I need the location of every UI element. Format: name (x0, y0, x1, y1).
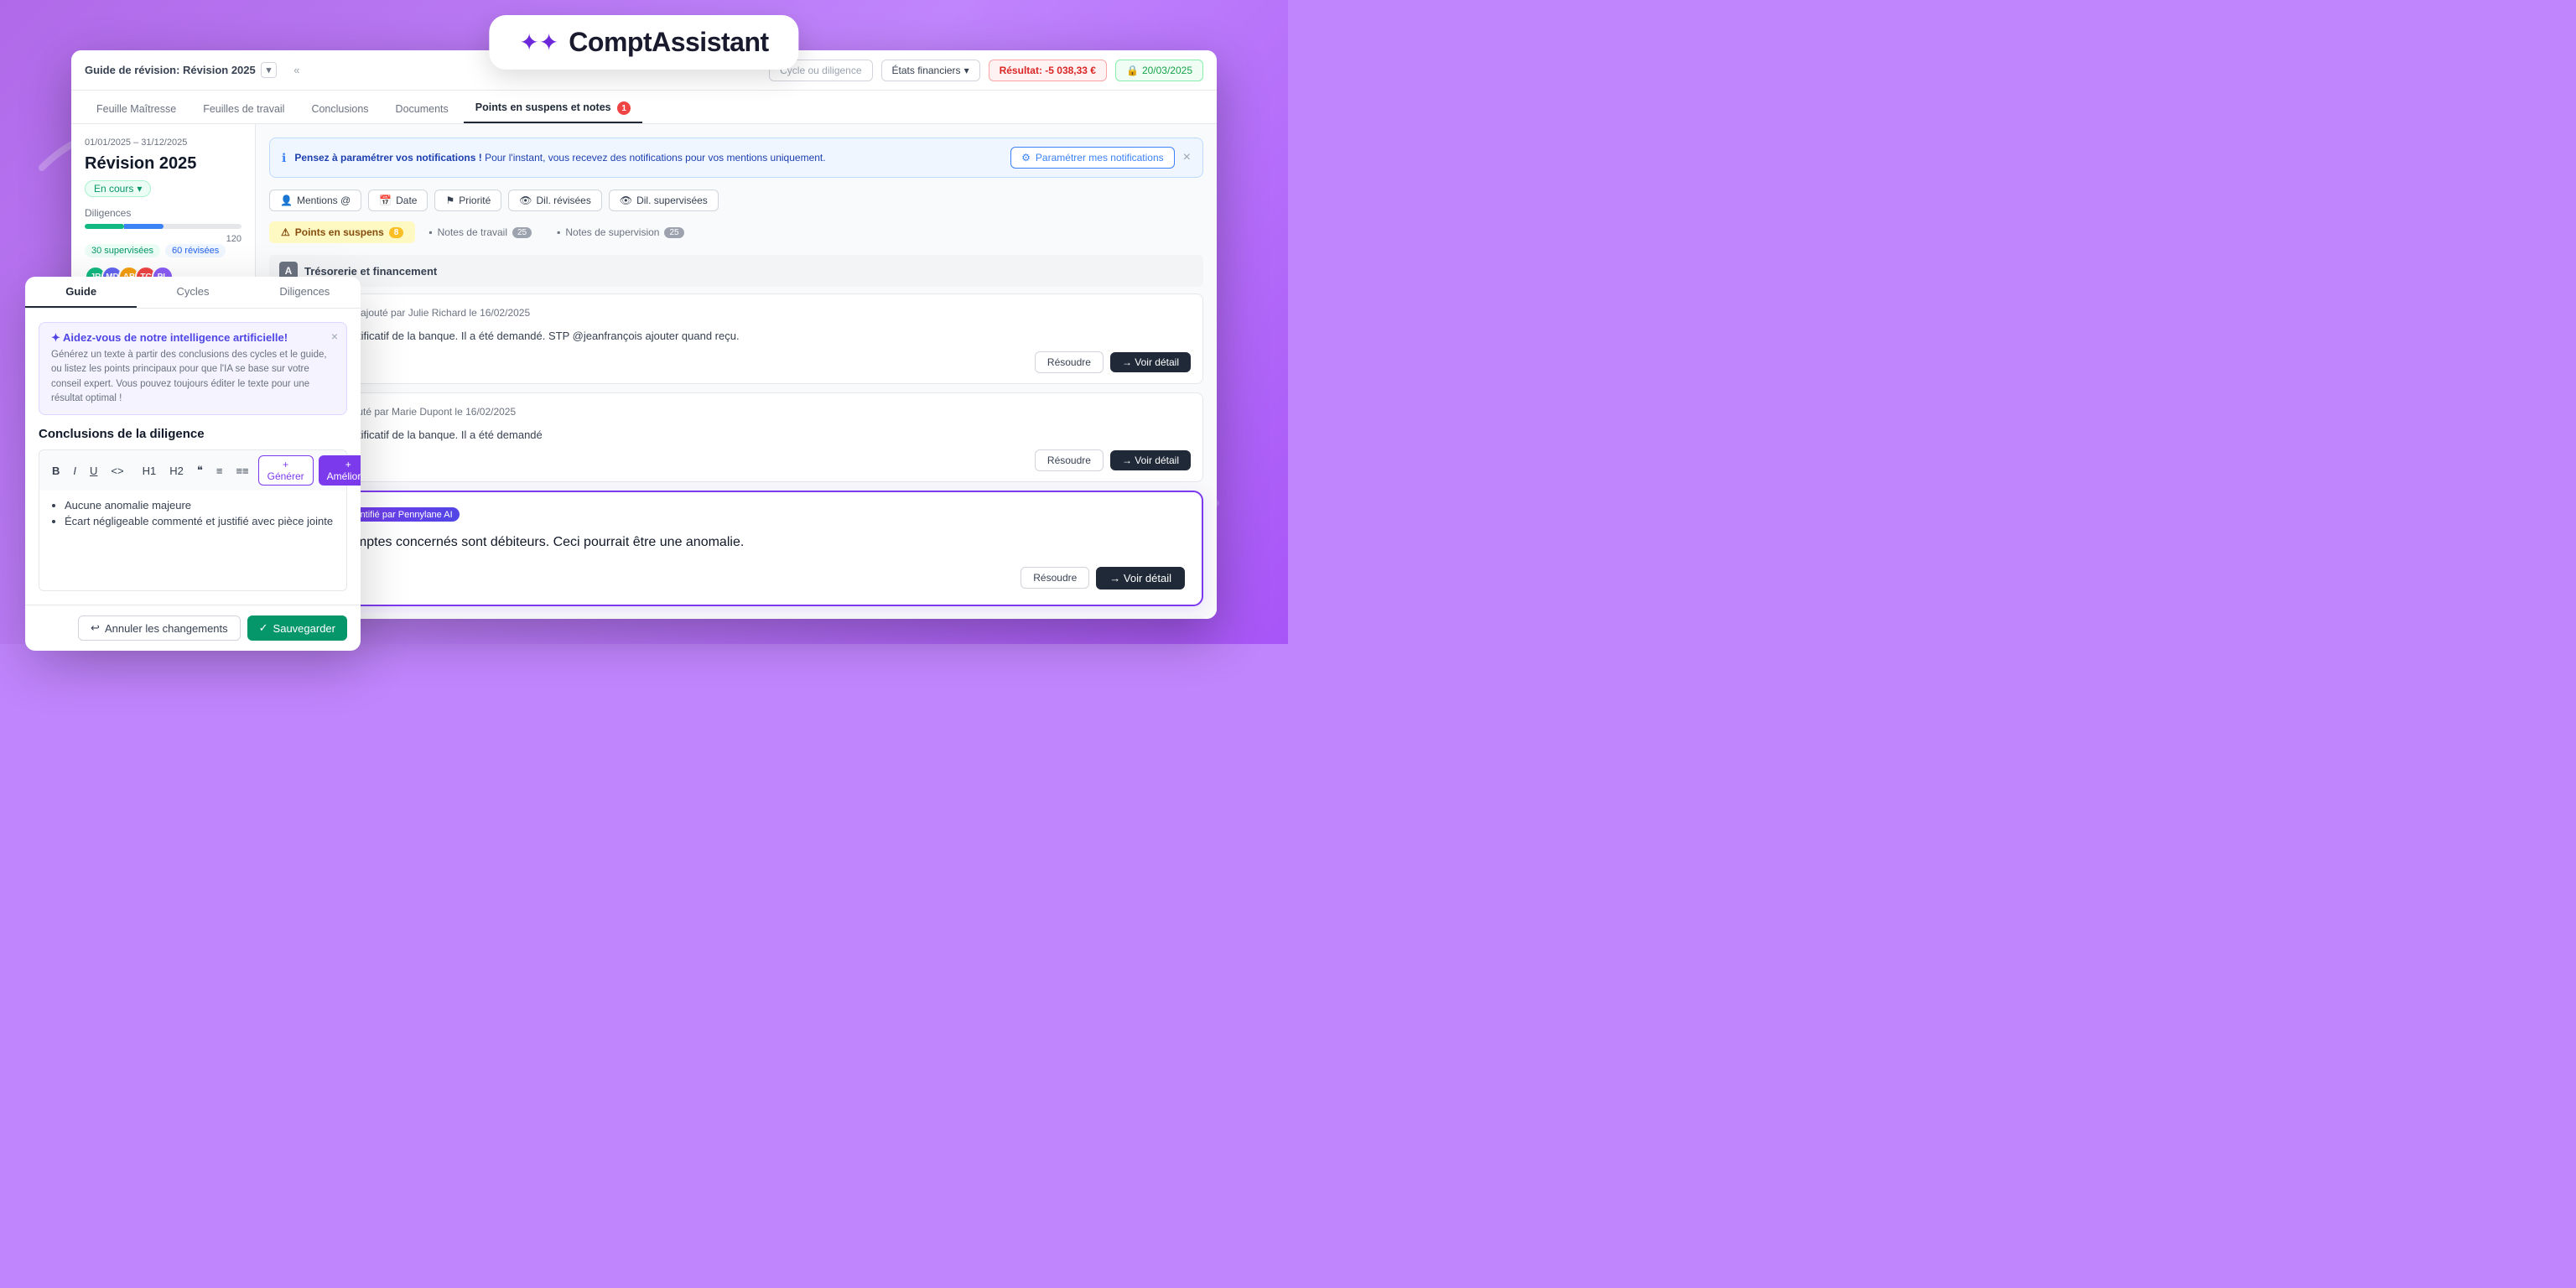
sub-tab-notes-supervision[interactable]: ▪ Notes de supervision 25 (545, 221, 695, 243)
revision-title: Révision 2025 (85, 154, 242, 174)
ai-promo-title: ✦ Aidez-vous de notre intelligence artif… (51, 331, 335, 345)
issue-a1-body: Il manque le justificatif de la banque. … (282, 328, 1191, 345)
date-badge: 🔒 20/03/2025 (1115, 60, 1203, 81)
editor-area[interactable]: Aucune anomalie majeure Écart négligeabl… (39, 491, 347, 591)
editor-h2-btn[interactable]: H2 (165, 463, 188, 479)
tab-conclusions[interactable]: Conclusions (299, 96, 380, 123)
issue-card-a3: A.3 ⚠ ✦ Identifié par Pennylane AI Certa… (269, 491, 1203, 606)
issue-a3-resolve-btn[interactable]: Résoudre (1021, 567, 1089, 589)
issue-a2-body: Il manque le justificatif de la banque. … (282, 427, 1191, 444)
points-suspens-badge: 1 (617, 101, 631, 115)
panel-tab-diligences[interactable]: Diligences (249, 277, 361, 308)
issue-a2-detail-btn[interactable]: → Voir détail (1110, 450, 1191, 470)
collapse-btn[interactable]: « (293, 64, 299, 76)
notif-icon: ℹ (282, 151, 286, 165)
generer-btn[interactable]: + Générer (258, 455, 314, 486)
date-range: 01/01/2025 – 31/12/2025 (85, 138, 242, 148)
issue-card-a2: A.2 ⚠ MD ajouté par Marie Dupont le 16/0… (269, 392, 1203, 483)
issue-a3-detail-btn[interactable]: → Voir détail (1096, 567, 1185, 589)
logo-icon: ✦✦ (519, 29, 558, 56)
progress-bar (85, 224, 242, 229)
tab-feuille-maitresse[interactable]: Feuille Maîtresse (85, 96, 188, 123)
tab-feuilles-travail[interactable]: Feuilles de travail (191, 96, 296, 123)
issue-a3-header: A.3 ⚠ ✦ Identifié par Pennylane AI (288, 507, 1185, 522)
editor-list-btn[interactable]: ≡ (212, 463, 227, 479)
badge-revised: 60 révisées (165, 244, 226, 257)
panel-tab-cycles[interactable]: Cycles (137, 277, 248, 308)
notification-banner: ℹ Pensez à paramétrer vos notifications … (269, 138, 1203, 178)
editor-ordered-list-btn[interactable]: ≡≡ (231, 463, 252, 479)
filter-mentions-btn[interactable]: 👤 Mentions @ (269, 190, 361, 211)
tab-documents[interactable]: Documents (384, 96, 460, 123)
issue-a1-detail-btn[interactable]: → Voir détail (1110, 352, 1191, 372)
panel-body: ✦ Aidez-vous de notre intelligence artif… (25, 309, 361, 605)
section-header-a: A Trésorerie et financement (269, 255, 1203, 287)
editor-toolbar: B I U <> H1 H2 ❝ ≡ ≡≡ + Générer + Amélio… (39, 449, 347, 491)
sub-tab-notes-travail[interactable]: ▪ Notes de travail 25 (417, 221, 543, 243)
resultat-badge: Résultat: -5 038,33 € (989, 60, 1107, 81)
logo-banner: ✦✦ ComptAssistant (489, 15, 798, 70)
notif-close-btn[interactable]: × (1183, 151, 1191, 164)
notes-travail-count: 25 (512, 227, 532, 238)
filter-priorite-btn[interactable]: ⚑ Priorité (434, 190, 501, 211)
panel-tabs: Guide Cycles Diligences (25, 277, 361, 309)
editor-h1-btn[interactable]: H1 (138, 463, 161, 479)
editor-bold-btn[interactable]: B (48, 463, 64, 479)
ai-promo-close-btn[interactable]: × (331, 330, 338, 343)
ai-promo-text: Générez un texte à partir des conclusion… (51, 348, 335, 406)
sub-tabs: ⚠ Points en suspens 8 ▪ Notes de travail… (269, 221, 1203, 243)
notes-supervision-count: 25 (664, 227, 683, 238)
annuler-btn[interactable]: ↩ Annuler les changements (78, 615, 241, 641)
diligences-label: Diligences (85, 207, 242, 219)
guide-label-text: Guide de révision: Révision 2025 (85, 64, 256, 76)
panel-footer: ↩ Annuler les changements ✓ Sauvegarder (25, 605, 361, 651)
issue-a2-header: A.2 ⚠ MD ajouté par Marie Dupont le 16/0… (282, 403, 1191, 420)
progress-count: 120 (85, 234, 242, 244)
status-badge[interactable]: En cours ▾ (85, 180, 151, 197)
tab-points-suspens[interactable]: Points en suspens et notes 1 (464, 95, 642, 124)
notif-text: Pensez à paramétrer vos notifications ! … (294, 152, 1002, 164)
editor-item-2: Écart négligeable commenté et justifié a… (65, 515, 336, 527)
filter-dil-revisees-btn[interactable]: 👁 Dil. révisées (508, 190, 602, 211)
points-suspens-count: 8 (389, 227, 404, 238)
editor-underline-btn[interactable]: U (86, 463, 101, 479)
editor-quote-btn[interactable]: ❝ (193, 462, 207, 479)
issue-a1-resolve-btn[interactable]: Résoudre (1035, 351, 1104, 373)
issue-a3-actions: Résoudre → Voir détail (288, 567, 1185, 589)
etats-financiers-btn[interactable]: États financiers ▾ (881, 60, 980, 81)
panel-tab-guide[interactable]: Guide (25, 277, 137, 308)
editor-actions: + Générer + Améliorer (258, 455, 361, 486)
ameliorer-btn[interactable]: + Améliorer (319, 455, 361, 486)
main-content: ℹ Pensez à paramétrer vos notifications … (256, 124, 1217, 619)
guide-label: Guide de révision: Révision 2025 ▾ (85, 62, 277, 78)
filter-toolbar: 👤 Mentions @ 📅 Date ⚑ Priorité 👁 Dil. ré… (269, 190, 1203, 211)
sauvegarder-btn[interactable]: ✓ Sauvegarder (247, 615, 347, 641)
section-header-b: B Immobilisations (269, 615, 1203, 619)
logo-text: ComptAssistant (569, 27, 768, 58)
top-bar-right: Cycle ou diligence États financiers ▾ Ré… (769, 60, 1203, 81)
issue-a3-body: Certains comptes concernés sont débiteur… (288, 532, 1185, 553)
editor-code-btn[interactable]: <> (106, 463, 127, 479)
progress-badges: 30 supervisées 60 révisées (85, 244, 242, 257)
issue-a2-actions: Résoudre → Voir détail (282, 449, 1191, 471)
filter-dil-supervisees-btn[interactable]: 👁 Dil. supervisées (609, 190, 719, 211)
nav-tabs: Feuille Maîtresse Feuilles de travail Co… (71, 91, 1217, 124)
sub-tab-points-suspens[interactable]: ⚠ Points en suspens 8 (269, 221, 415, 243)
filter-date-btn[interactable]: 📅 Date (368, 190, 428, 211)
editor-italic-btn[interactable]: I (69, 463, 80, 479)
badge-supervised: 30 supervisées (85, 244, 160, 257)
progress-revised-bar (124, 224, 164, 229)
ai-promo-banner: ✦ Aidez-vous de notre intelligence artif… (39, 322, 347, 415)
conclusions-title: Conclusions de la diligence (39, 427, 347, 441)
issue-a1-header: A.1 ⚠ ⚑ JR ajouté par Julie Richard le 1… (282, 304, 1191, 321)
issue-card-a1: A.1 ⚠ ⚑ JR ajouté par Julie Richard le 1… (269, 293, 1203, 384)
issue-a1-actions: Résoudre → Voir détail (282, 351, 1191, 373)
guide-panel-overlay: Guide Cycles Diligences ✦ Aidez-vous de … (25, 277, 361, 651)
editor-item-1: Aucune anomalie majeure (65, 499, 336, 512)
issue-a2-resolve-btn[interactable]: Résoudre (1035, 449, 1104, 471)
notif-settings-btn[interactable]: ⚙ Paramétrer mes notifications (1010, 147, 1175, 169)
progress-supervised-bar (85, 224, 124, 229)
guide-dropdown-btn[interactable]: ▾ (261, 62, 278, 78)
